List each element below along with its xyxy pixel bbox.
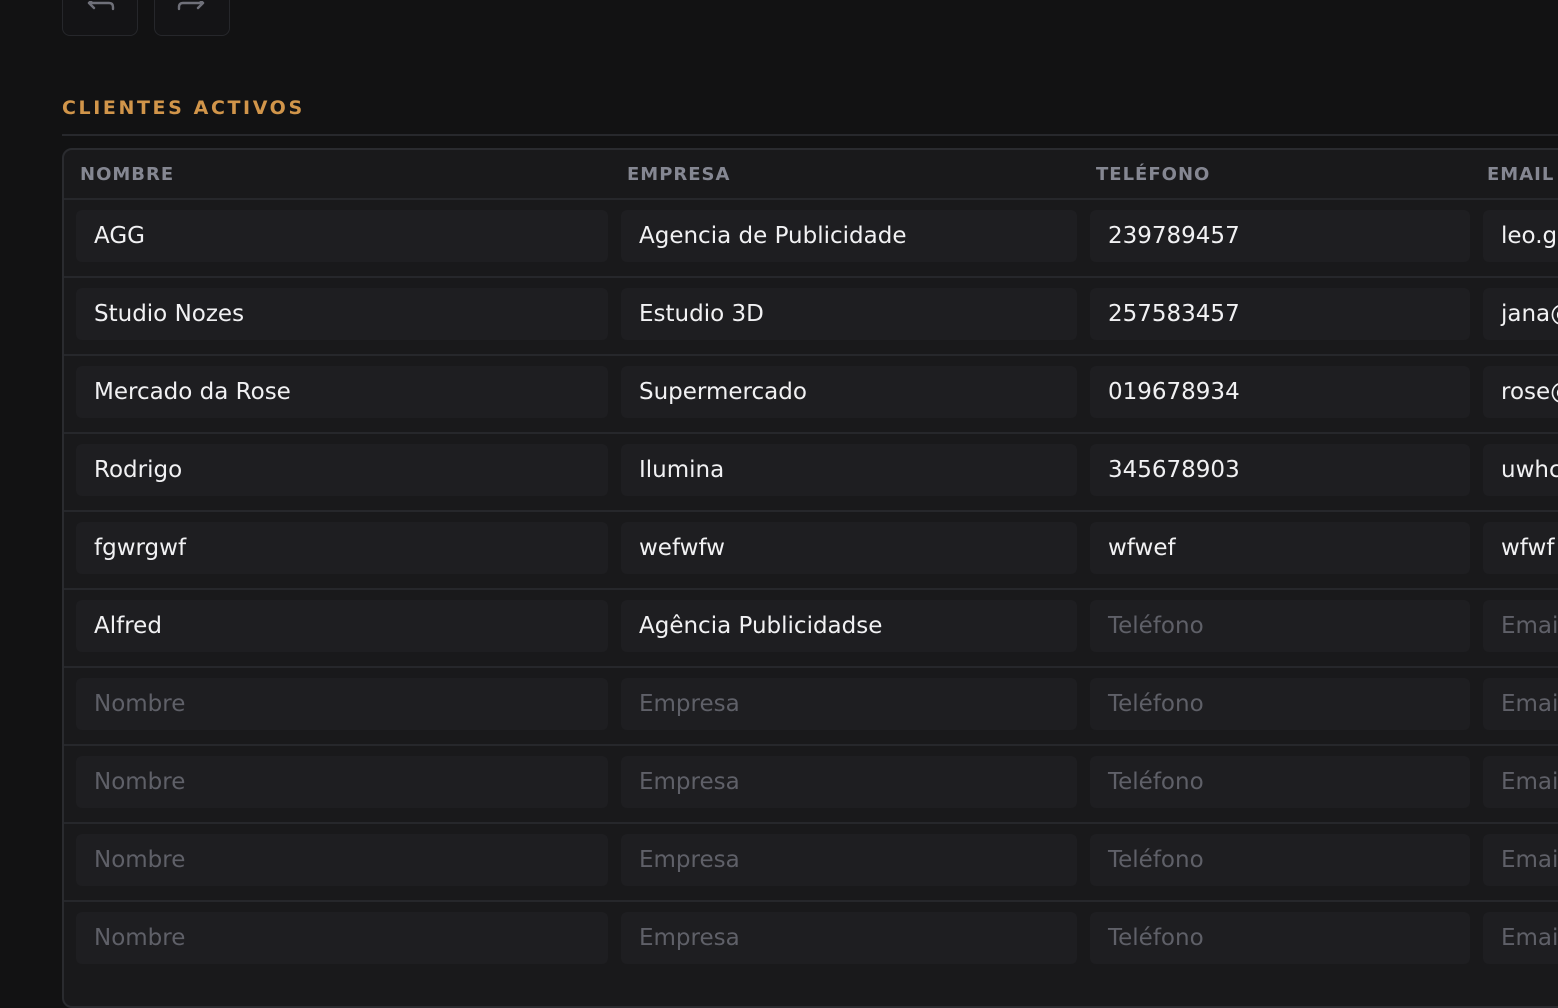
table-row: AGG Agencia de Publicidade 239789457 leo.g bbox=[64, 198, 1558, 278]
email-field[interactable]: Email bbox=[1483, 834, 1558, 886]
empresa-field[interactable]: Agência Publicidadse bbox=[621, 600, 1077, 652]
email-field[interactable]: wfwf bbox=[1483, 522, 1558, 574]
column-header-empresa: EMPRESA bbox=[627, 164, 731, 185]
toolbar bbox=[62, 0, 230, 36]
nombre-field[interactable]: fgwrgwf bbox=[76, 522, 608, 574]
telefono-field[interactable]: Teléfono bbox=[1090, 678, 1470, 730]
telefono-field[interactable]: wfwef bbox=[1090, 522, 1470, 574]
nombre-field[interactable]: Studio Nozes bbox=[76, 288, 608, 340]
telefono-field[interactable]: Teléfono bbox=[1090, 756, 1470, 808]
telefono-field[interactable]: Teléfono bbox=[1090, 912, 1470, 964]
empresa-field[interactable]: wefwfw bbox=[621, 522, 1077, 574]
email-field[interactable]: leo.g bbox=[1483, 210, 1558, 262]
section-title: CLIENTES ACTIVOS bbox=[62, 97, 305, 119]
nombre-field[interactable]: Nombre bbox=[76, 834, 608, 886]
table-row: NombreEmpresaTeléfonoEmail bbox=[64, 666, 1558, 746]
table-row: NombreEmpresaTeléfonoEmail bbox=[64, 822, 1558, 902]
nombre-field[interactable]: Nombre bbox=[76, 756, 608, 808]
column-header-telefono: TELÉFONO bbox=[1096, 164, 1211, 185]
table-row: Rodrigo Ilumina 345678903 uwhc bbox=[64, 432, 1558, 512]
empresa-field[interactable]: Supermercado bbox=[621, 366, 1077, 418]
telefono-field[interactable]: 019678934 bbox=[1090, 366, 1470, 418]
clients-table: NOMBRE EMPRESA TELÉFONO EMAIL AGG Agencia… bbox=[62, 148, 1558, 1008]
nombre-field[interactable]: Alfred bbox=[76, 600, 608, 652]
nombre-field[interactable]: Mercado da Rose bbox=[76, 366, 608, 418]
nombre-field[interactable]: AGG bbox=[76, 210, 608, 262]
column-header-email: EMAIL bbox=[1487, 164, 1555, 185]
redo-icon bbox=[177, 1, 205, 11]
redo-button[interactable] bbox=[154, 0, 230, 36]
empresa-field[interactable]: Estudio 3D bbox=[621, 288, 1077, 340]
column-header-nombre: NOMBRE bbox=[80, 164, 175, 185]
email-field[interactable]: Email bbox=[1483, 756, 1558, 808]
telefono-field[interactable]: 239789457 bbox=[1090, 210, 1470, 262]
email-field[interactable]: rose@ bbox=[1483, 366, 1558, 418]
table-row: NombreEmpresaTeléfonoEmail bbox=[64, 900, 1558, 980]
undo-icon bbox=[87, 1, 115, 11]
table-row: AlfredAgência PublicidadseTeléfonoEmail bbox=[64, 588, 1558, 668]
empresa-field[interactable]: Empresa bbox=[621, 834, 1077, 886]
table-row: NombreEmpresaTeléfonoEmail bbox=[64, 744, 1558, 824]
table-row: Studio NozesEstudio 3D257583457jana@ bbox=[64, 276, 1558, 356]
nombre-field[interactable]: Nombre bbox=[76, 678, 608, 730]
table-row: fgwrgwf wefwfw wfwef wfwf bbox=[64, 510, 1558, 590]
telefono-field[interactable]: Teléfono bbox=[1090, 834, 1470, 886]
email-field[interactable]: uwhc bbox=[1483, 444, 1558, 496]
nombre-field[interactable]: Nombre bbox=[76, 912, 608, 964]
empresa-field[interactable]: Empresa bbox=[621, 912, 1077, 964]
empresa-field[interactable]: Empresa bbox=[621, 678, 1077, 730]
telefono-field[interactable]: 345678903 bbox=[1090, 444, 1470, 496]
undo-button[interactable] bbox=[62, 0, 138, 36]
empresa-field[interactable]: Ilumina bbox=[621, 444, 1077, 496]
empresa-field[interactable]: Empresa bbox=[621, 756, 1077, 808]
telefono-field[interactable]: 257583457 bbox=[1090, 288, 1470, 340]
table-header: NOMBRE EMPRESA TELÉFONO EMAIL bbox=[64, 150, 1558, 200]
email-field[interactable]: jana@ bbox=[1483, 288, 1558, 340]
section-divider bbox=[62, 134, 1558, 136]
nombre-field[interactable]: Rodrigo bbox=[76, 444, 608, 496]
table-row: Mercado da Rose Supermercado 019678934 rose… bbox=[64, 354, 1558, 434]
email-field[interactable]: Email bbox=[1483, 600, 1558, 652]
empresa-field[interactable]: Agencia de Publicidade bbox=[621, 210, 1077, 262]
email-field[interactable]: Email bbox=[1483, 678, 1558, 730]
email-field[interactable]: Email bbox=[1483, 912, 1558, 964]
telefono-field[interactable]: Teléfono bbox=[1090, 600, 1470, 652]
